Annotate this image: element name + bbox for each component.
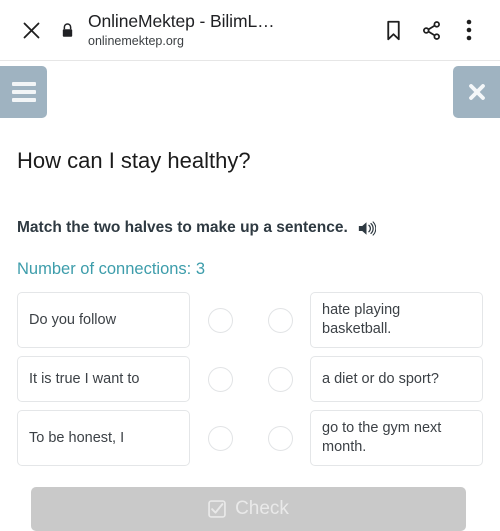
speaker-icon [358, 220, 376, 236]
match-row: It is true I want to a diet or do sport? [17, 356, 483, 402]
footer-actions: Check [31, 487, 466, 531]
browser-address-area[interactable]: OnlineMektep - BilimL… onlinemektep.org [88, 11, 370, 49]
left-connector-cell [190, 410, 250, 466]
matching-area: Do you follow hate playing basketball. I… [17, 292, 483, 466]
close-icon [23, 22, 39, 38]
lock-icon [56, 22, 78, 39]
sidebar-toggle-button[interactable] [0, 66, 47, 118]
close-icon [468, 84, 485, 100]
left-connector-dot[interactable] [207, 425, 233, 451]
checkbox-checked-icon [208, 500, 226, 518]
task-instruction: Match the two halves to make up a senten… [17, 219, 348, 236]
right-option-box[interactable]: go to the gym next month. [310, 410, 483, 466]
page-title: How can I stay healthy? [17, 148, 251, 173]
share-button[interactable] [414, 13, 448, 47]
browser-page-title: OnlineMektep - BilimL… [88, 11, 275, 31]
right-option-box[interactable]: hate playing basketball. [310, 292, 483, 348]
instruction-row: Match the two halves to make up a senten… [17, 218, 483, 238]
left-connector-dot[interactable] [207, 366, 233, 392]
right-connector-cell [250, 356, 310, 402]
browser-close-button[interactable] [14, 13, 48, 47]
app-header [0, 61, 500, 123]
share-icon [422, 20, 440, 40]
left-option-box[interactable]: To be honest, I [17, 410, 190, 466]
lesson-content: How can I stay healthy? Match the two ha… [0, 147, 500, 466]
left-option-box[interactable]: Do you follow [17, 292, 190, 348]
right-connector-dot[interactable] [267, 307, 293, 333]
browser-menu-button[interactable] [452, 13, 486, 47]
right-option-box[interactable]: a diet or do sport? [310, 356, 483, 402]
bookmark-icon [386, 20, 400, 40]
left-connector-dot[interactable] [207, 307, 233, 333]
exit-lesson-button[interactable] [453, 66, 500, 118]
audio-play-button[interactable] [357, 220, 376, 237]
match-row: To be honest, I go to the gym next month… [17, 410, 483, 466]
check-button[interactable]: Check [31, 487, 466, 531]
more-vertical-icon [466, 19, 472, 41]
right-connector-dot[interactable] [267, 425, 293, 451]
browser-top-bar: OnlineMektep - BilimL… onlinemektep.org [0, 0, 500, 61]
match-row: Do you follow hate playing basketball. [17, 292, 483, 348]
left-connector-cell [190, 356, 250, 402]
browser-url: onlinemektep.org [88, 34, 184, 48]
right-connector-dot[interactable] [267, 366, 293, 392]
right-connector-cell [250, 410, 310, 466]
left-option-box[interactable]: It is true I want to [17, 356, 190, 402]
check-button-label: Check [235, 498, 289, 519]
browser-actions [376, 13, 486, 47]
bookmark-button[interactable] [376, 13, 410, 47]
hamburger-menu-icon [11, 78, 36, 106]
right-connector-cell [250, 292, 310, 348]
left-connector-cell [190, 292, 250, 348]
connections-counter: Number of connections: 3 [17, 260, 206, 278]
